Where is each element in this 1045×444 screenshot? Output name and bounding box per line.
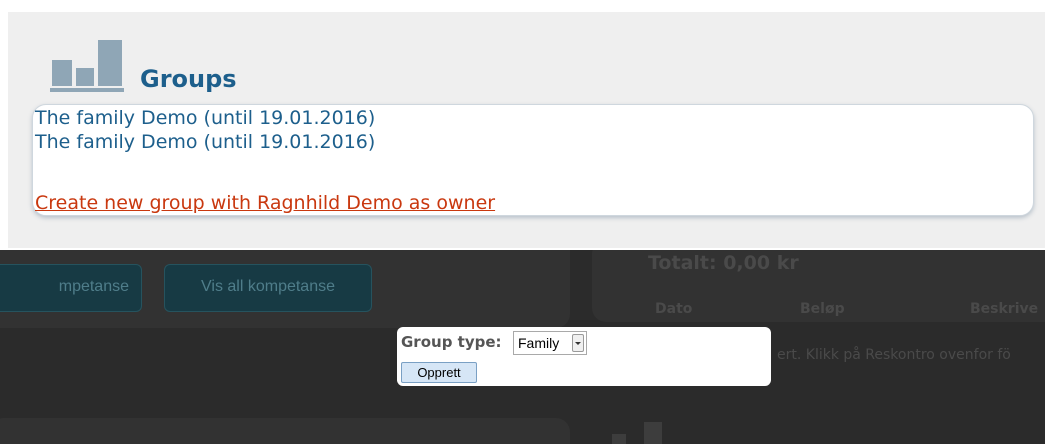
kompetanse-button: mpetanse	[0, 264, 142, 312]
vis-all-kompetanse-button: Vis all kompetanse	[164, 264, 372, 312]
group-link[interactable]: The family Demo (until 19.01.2016)	[35, 131, 375, 153]
bar-chart-icon	[612, 418, 672, 444]
background-card	[0, 418, 570, 444]
table-header-dato: Dato	[655, 301, 693, 317]
kompetanse-button-label: mpetanse	[58, 278, 129, 295]
groups-panel: Groups The family Demo (until 19.01.2016…	[8, 12, 1045, 248]
total-amount: Totalt: 0,00 kr	[648, 252, 799, 274]
group-link[interactable]: The family Demo (until 19.01.2016)	[35, 107, 375, 129]
info-text: ert. Klikk på Reskontro ovenfor fö	[777, 347, 1011, 363]
group-type-select[interactable]: Family	[513, 331, 587, 355]
groups-title: Groups	[140, 65, 237, 93]
group-type-value: Family	[518, 335, 560, 351]
create-group-link[interactable]: Create new group with Ragnhild Demo as o…	[35, 192, 495, 214]
opprett-button[interactable]: Opprett	[401, 362, 477, 383]
group-type-popup: Group type: Family Opprett	[397, 327, 771, 386]
chevron-down-icon[interactable]	[572, 334, 584, 352]
table-header-beskrivelse: Beskrive	[970, 301, 1039, 317]
bar-chart-icon	[50, 37, 124, 92]
table-header-belop: Beløp	[800, 301, 845, 317]
group-type-label: Group type:	[401, 333, 502, 351]
groups-list-box: The family Demo (until 19.01.2016) The f…	[32, 104, 1034, 216]
